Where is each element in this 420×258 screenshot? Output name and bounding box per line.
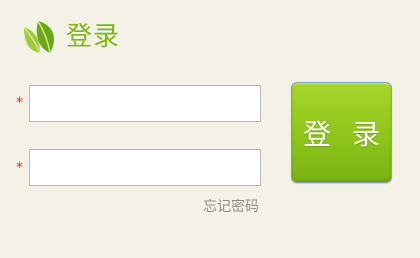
- header: 登录: [20, 16, 120, 58]
- username-input[interactable]: [29, 85, 261, 122]
- page-title: 登录: [66, 22, 121, 52]
- password-input[interactable]: [29, 149, 261, 186]
- login-button[interactable]: 登 录: [291, 82, 392, 183]
- leaf-icon: [23, 20, 54, 54]
- required-marker-2: *: [16, 160, 23, 176]
- required-marker-1: *: [16, 95, 23, 111]
- forgot-password-link[interactable]: 忘记密码: [203, 196, 259, 216]
